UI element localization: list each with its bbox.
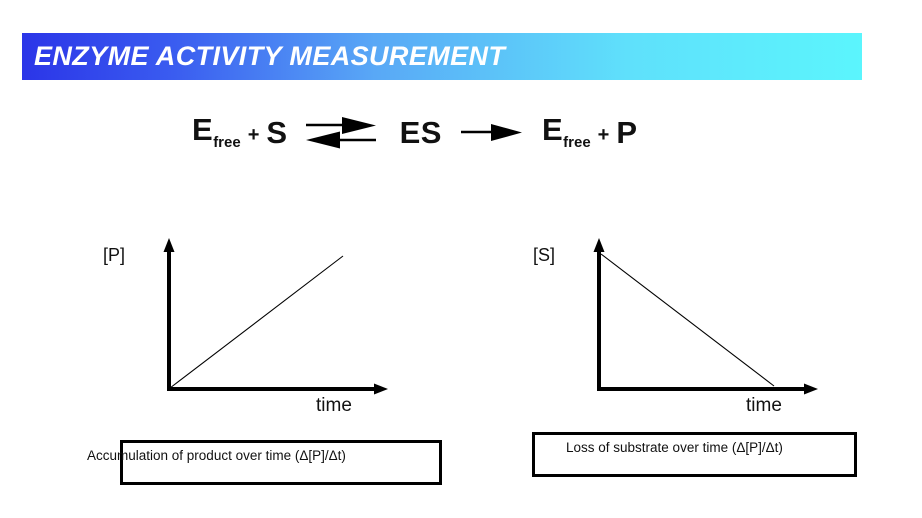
substrate-plot: [S] time [533,232,830,416]
equation-term-enzyme-free-right: Efree [542,114,591,150]
slide-title-bar: ENZYME ACTIVITY MEASUREMENT [22,33,862,80]
equation-term-enzyme-subscript: free [213,134,241,152]
forward-arrow-icon [460,117,524,147]
product-plot: [P] time [103,232,400,416]
slide-canvas: ENZYME ACTIVITY MEASUREMENT Efree + S ES [0,0,922,518]
reversible-arrow-icon [304,115,378,149]
product-caption-text: Accumulation of product over time (Δ[P]/… [87,448,346,463]
substrate-plot-x-label: time [746,395,782,416]
substrate-caption-text: Loss of substrate over time (Δ[P]/Δt) [566,440,783,455]
equation-term-enzyme-symbol: E [541,111,564,147]
reaction-equation: Efree + S ES Efree + P [192,104,732,160]
substrate-trend-line [600,253,775,387]
product-plot-x-label: time [316,395,352,416]
equation-plus-left: + [247,123,260,146]
equation-term-substrate: S [266,114,288,150]
product-plot-axes [163,238,388,395]
equation-term-enzyme-substrate-complex: ES [399,114,442,150]
product-plot-y-label: [P] [103,245,126,265]
substrate-plot-axes [593,238,818,395]
equation-term-enzyme-symbol: E [192,111,214,147]
equation-term-product: P [616,114,638,150]
equation-plus-right: + [597,123,610,146]
product-trend-line [169,255,344,389]
equation-term-enzyme-subscript: free [563,134,591,152]
page-title: ENZYME ACTIVITY MEASUREMENT [34,41,506,71]
substrate-plot-y-label: [S] [533,245,556,265]
equation-term-enzyme-free-left: Efree [192,114,241,150]
